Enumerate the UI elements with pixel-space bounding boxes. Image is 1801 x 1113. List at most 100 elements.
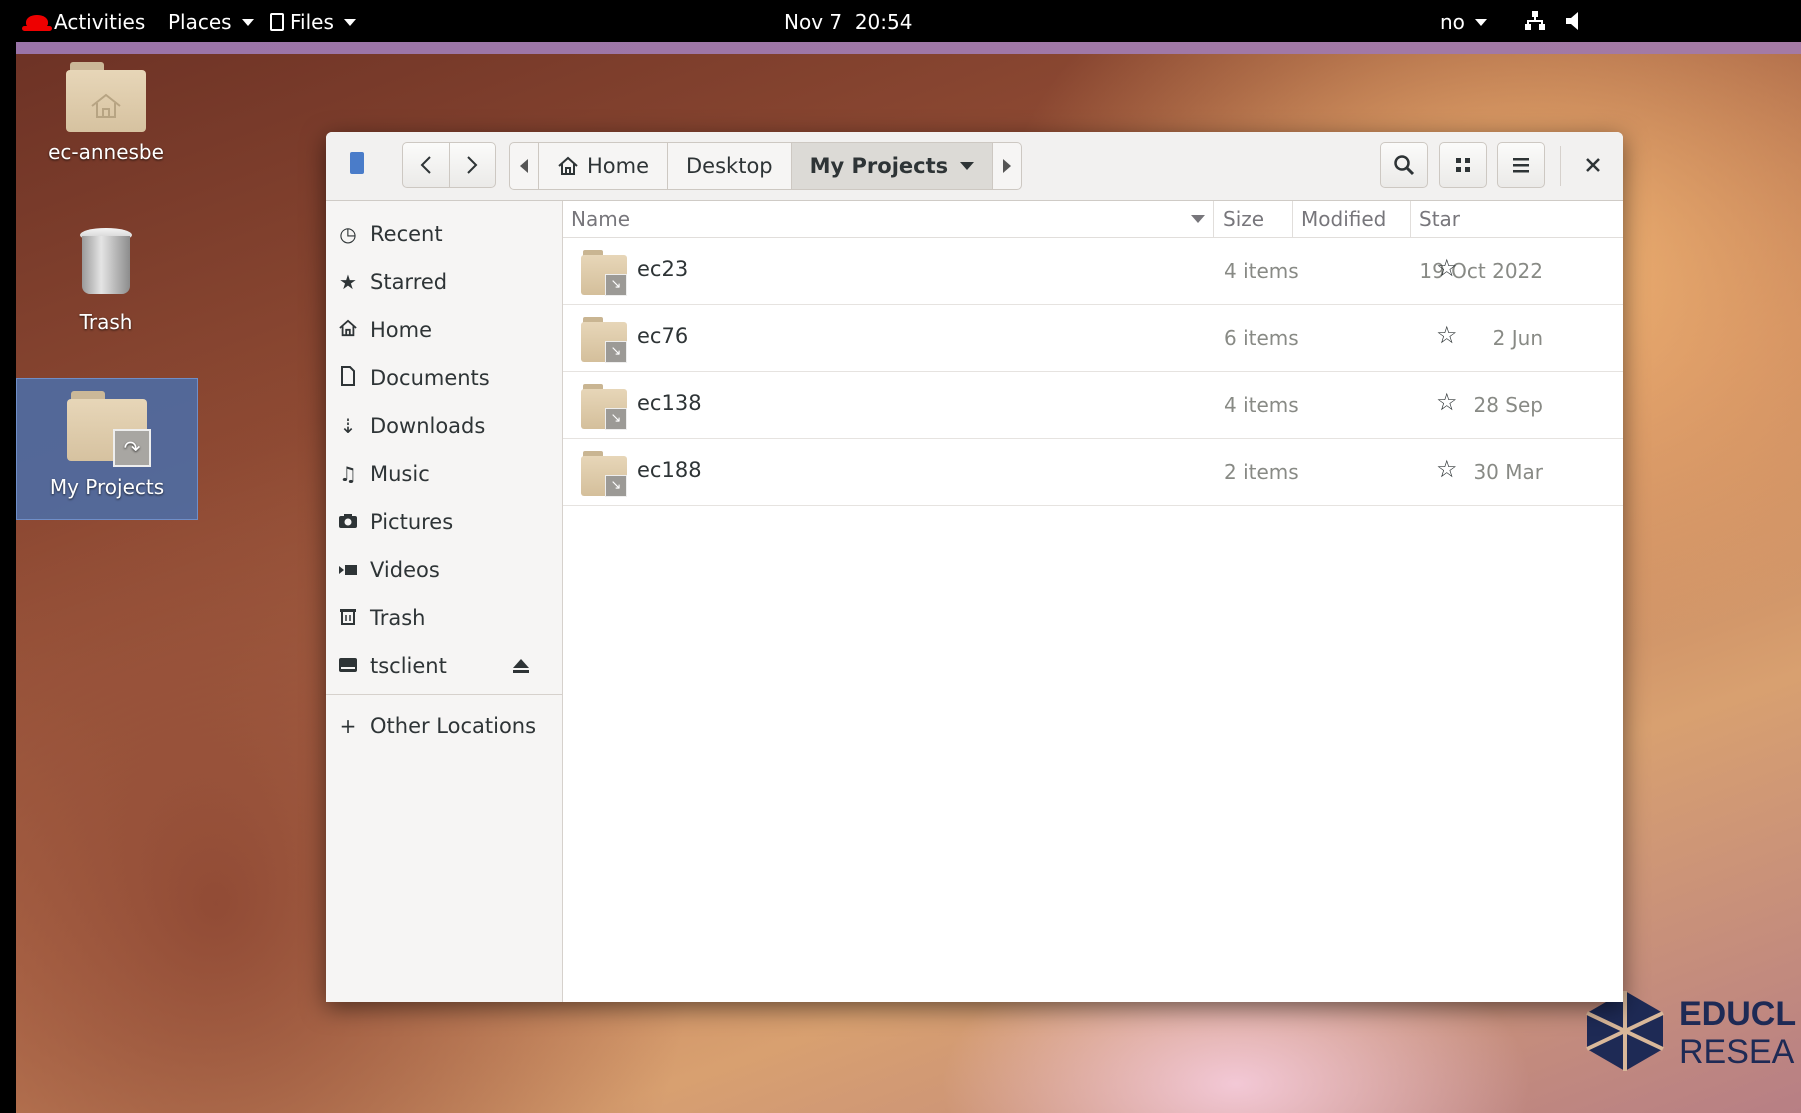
breadcrumb: Home Desktop My Projects <box>509 142 1023 190</box>
activities-button[interactable]: Activities <box>22 10 146 34</box>
trash-icon <box>76 228 136 296</box>
sidebar-item-label: Music <box>370 462 430 486</box>
sidebar-item-label: Videos <box>370 558 440 582</box>
sidebar-item-label: Starred <box>370 270 448 294</box>
chevron-right-icon <box>467 156 478 174</box>
back-button[interactable] <box>403 143 450 187</box>
breadcrumb-desktop[interactable]: Desktop <box>668 143 792 189</box>
column-header-star[interactable]: Star <box>1419 207 1460 231</box>
column-header-name[interactable]: Name <box>571 207 630 231</box>
hamburger-menu-icon <box>1513 158 1529 173</box>
folder-link-icon: ↘ <box>581 250 627 296</box>
search-button[interactable] <box>1380 142 1428 188</box>
sidebar-item-label: Pictures <box>370 510 454 534</box>
files-app-icon <box>270 13 284 31</box>
column-divider <box>1410 201 1411 237</box>
educloud-logo: EDUCL RESEA <box>1583 989 1801 1079</box>
sidebar-item-other-locations[interactable]: + Other Locations <box>326 701 562 751</box>
folder-link-icon: ↷ <box>67 391 151 467</box>
column-header: Name Size Modified Star <box>563 201 1623 238</box>
file-size: 2 items <box>1224 460 1299 484</box>
clock-icon: ◷ <box>339 222 357 246</box>
breadcrumb-scroll-right[interactable] <box>993 143 1021 189</box>
desktop-icon-home[interactable]: ec-annesbe <box>16 62 196 164</box>
network-icon[interactable] <box>1524 10 1546 32</box>
home-icon <box>326 318 370 342</box>
search-icon <box>1394 155 1415 176</box>
forward-button[interactable] <box>450 143 496 187</box>
file-row-ec23[interactable]: ↘ ec23 4 items 19 Oct 2022 ☆ <box>563 238 1623 305</box>
eject-button[interactable] <box>506 653 536 679</box>
triangle-left-icon <box>520 159 528 173</box>
files-app-menu[interactable]: Files <box>270 10 356 34</box>
star-outline-icon[interactable]: ☆ <box>1436 321 1458 349</box>
file-row-ec76[interactable]: ↘ ec76 6 items 2 Jun ☆ <box>563 305 1623 372</box>
sidebar-item-pictures[interactable]: Pictures <box>326 497 562 547</box>
clock[interactable]: Nov 7 20:54 <box>784 10 912 34</box>
trash-icon <box>326 606 370 631</box>
download-icon: ⇣ <box>339 414 357 438</box>
chevron-down-icon <box>960 162 975 170</box>
document-icon <box>326 365 370 391</box>
file-size: 6 items <box>1224 326 1299 350</box>
sidebar-item-label: Downloads <box>370 414 486 438</box>
window-separator <box>1560 146 1561 186</box>
eject-icon <box>513 659 529 673</box>
chevron-down-icon <box>343 18 356 26</box>
desktop-icon-my-projects[interactable]: ↷ My Projects <box>16 378 198 520</box>
sidebar-item-recent[interactable]: ◷ Recent <box>326 209 562 259</box>
desktop-icon-trash[interactable]: Trash <box>16 228 196 334</box>
home-icon <box>558 156 578 175</box>
sidebar-item-trash[interactable]: Trash <box>326 593 562 643</box>
grid-view-button[interactable] <box>1439 142 1487 188</box>
places-sidebar: ◷ Recent ★ Starred Home Documents ⇣ Down… <box>326 201 563 1002</box>
close-button[interactable] <box>1570 142 1616 188</box>
redhat-logo-icon <box>22 15 52 31</box>
clock-label: Nov 7 20:54 <box>784 10 913 34</box>
file-row-ec188[interactable]: ↘ ec188 2 items 30 Mar ☆ <box>563 439 1623 506</box>
column-header-size[interactable]: Size <box>1223 207 1264 231</box>
logo-text-line2: RESEA <box>1679 1033 1795 1071</box>
breadcrumb-scroll-left[interactable] <box>510 143 539 189</box>
sidebar-item-label: tsclient <box>370 654 447 678</box>
star-outline-icon[interactable]: ☆ <box>1436 455 1458 483</box>
menu-button[interactable] <box>1497 142 1545 188</box>
file-size: 4 items <box>1224 393 1299 417</box>
column-divider <box>1213 201 1214 237</box>
places-menu[interactable]: Places <box>168 10 254 34</box>
column-header-modified[interactable]: Modified <box>1301 207 1386 231</box>
chevron-left-icon <box>420 156 431 174</box>
star-outline-icon[interactable]: ☆ <box>1436 254 1458 282</box>
input-method-menu[interactable]: no <box>1440 10 1487 34</box>
file-name: ec188 <box>637 458 702 482</box>
input-method-label: no <box>1440 10 1465 34</box>
desktop-icon-label: ec-annesbe <box>48 140 164 164</box>
sidebar-item-label: Documents <box>370 366 490 390</box>
breadcrumb-label: My Projects <box>809 154 949 178</box>
star-outline-icon[interactable]: ☆ <box>1436 388 1458 416</box>
file-row-ec138[interactable]: ↘ ec138 4 items 28 Sep ☆ <box>563 372 1623 439</box>
music-icon: ♫ <box>339 462 357 486</box>
breadcrumb-home[interactable]: Home <box>539 143 669 189</box>
sidebar-item-home[interactable]: Home <box>326 305 562 355</box>
breadcrumb-label: Desktop <box>686 154 773 178</box>
sidebar-item-downloads[interactable]: ⇣ Downloads <box>326 401 562 451</box>
file-modified: 2 Jun <box>1492 326 1543 350</box>
sidebar-item-videos[interactable]: Videos <box>326 545 562 595</box>
file-name: ec23 <box>637 257 689 281</box>
sidebar-item-starred[interactable]: ★ Starred <box>326 257 562 307</box>
sidebar-item-label: Trash <box>370 606 426 630</box>
sidebar-item-label: Home <box>370 318 433 342</box>
breadcrumb-my-projects[interactable]: My Projects <box>791 143 994 189</box>
file-size: 4 items <box>1224 259 1299 283</box>
sidebar-item-documents[interactable]: Documents <box>326 353 562 403</box>
volume-icon[interactable] <box>1566 10 1580 32</box>
triangle-right-icon <box>1003 159 1012 173</box>
sidebar-item-music[interactable]: ♫ Music <box>326 449 562 499</box>
activities-label: Activities <box>54 10 146 34</box>
chevron-down-icon <box>1474 18 1487 26</box>
folder-link-icon: ↘ <box>581 451 627 497</box>
drive-icon <box>326 654 370 678</box>
file-modified: 28 Sep <box>1473 393 1543 417</box>
logo-text-line1: EDUCL <box>1679 995 1797 1033</box>
